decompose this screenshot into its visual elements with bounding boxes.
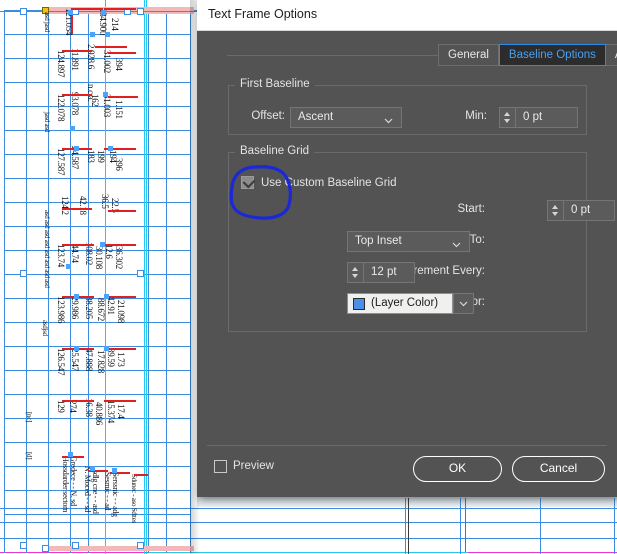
offset-label: Offset: <box>251 110 285 122</box>
start-label: Start: <box>457 203 485 215</box>
preview-label[interactable]: Preview <box>233 460 274 472</box>
offset-select[interactable]: Ascent <box>290 107 402 128</box>
text-frame-options-dialog[interactable]: Text Frame Options General Baseline Opti… <box>197 0 617 497</box>
tab-general[interactable]: General <box>438 44 499 66</box>
start-stepper[interactable]: 0 pt <box>547 200 615 221</box>
start-input[interactable]: 0 pt <box>564 200 615 221</box>
relative-to-select[interactable]: Top Inset <box>347 231 470 252</box>
spinner-up-icon[interactable] <box>504 112 510 116</box>
tab-auto-size[interactable]: Auto-Size <box>605 44 617 66</box>
tab-baseline-options[interactable]: Baseline Options <box>498 44 606 66</box>
chevron-down-icon <box>384 113 393 124</box>
min-label: Min: <box>465 110 487 122</box>
ok-button[interactable]: OK <box>413 456 502 482</box>
spinner-down-icon[interactable] <box>352 274 358 278</box>
dialog-title: Text Frame Options <box>208 7 318 21</box>
footer-divider <box>207 445 607 446</box>
spinner-up-icon[interactable] <box>552 205 558 209</box>
min-input[interactable]: 0 pt <box>516 107 578 128</box>
use-custom-baseline-grid-checkbox[interactable] <box>241 175 256 189</box>
layer-color-swatch-icon <box>353 298 365 310</box>
spinner-up-icon[interactable] <box>352 267 358 271</box>
increment-spin-buttons[interactable] <box>347 262 364 283</box>
use-custom-baseline-grid-label[interactable]: Use Custom Baseline Grid <box>261 177 397 189</box>
color-dropdown-arrow[interactable] <box>453 293 474 314</box>
baseline-grid-legend: Baseline Grid <box>235 145 315 157</box>
color-select[interactable]: (Layer Color) <box>347 293 453 314</box>
chevron-down-icon <box>452 237 461 248</box>
color-value: (Layer Color) <box>371 297 439 309</box>
screen-root: asd jasd jasd asd asd asd asd asd asd as… <box>0 0 617 554</box>
preview-checkbox[interactable] <box>214 460 227 473</box>
relative-to-value: Top Inset <box>355 235 402 247</box>
cancel-button[interactable]: Cancel <box>512 456 605 482</box>
checkmark-icon <box>242 175 256 189</box>
increment-every-stepper[interactable]: 12 pt <box>347 262 415 283</box>
min-spin-buttons[interactable] <box>499 107 516 128</box>
spinner-down-icon[interactable] <box>552 212 558 216</box>
first-baseline-legend: First Baseline <box>235 78 315 90</box>
offset-value: Ascent <box>298 111 334 123</box>
min-stepper[interactable]: 0 pt <box>499 107 578 128</box>
start-spin-buttons[interactable] <box>547 200 564 221</box>
dialog-title-bar: Text Frame Options <box>197 0 617 31</box>
spinner-down-icon[interactable] <box>504 119 510 123</box>
tab-bar: General Baseline Options Auto-Size Footn… <box>438 44 617 66</box>
increment-input[interactable]: 12 pt <box>364 262 415 283</box>
